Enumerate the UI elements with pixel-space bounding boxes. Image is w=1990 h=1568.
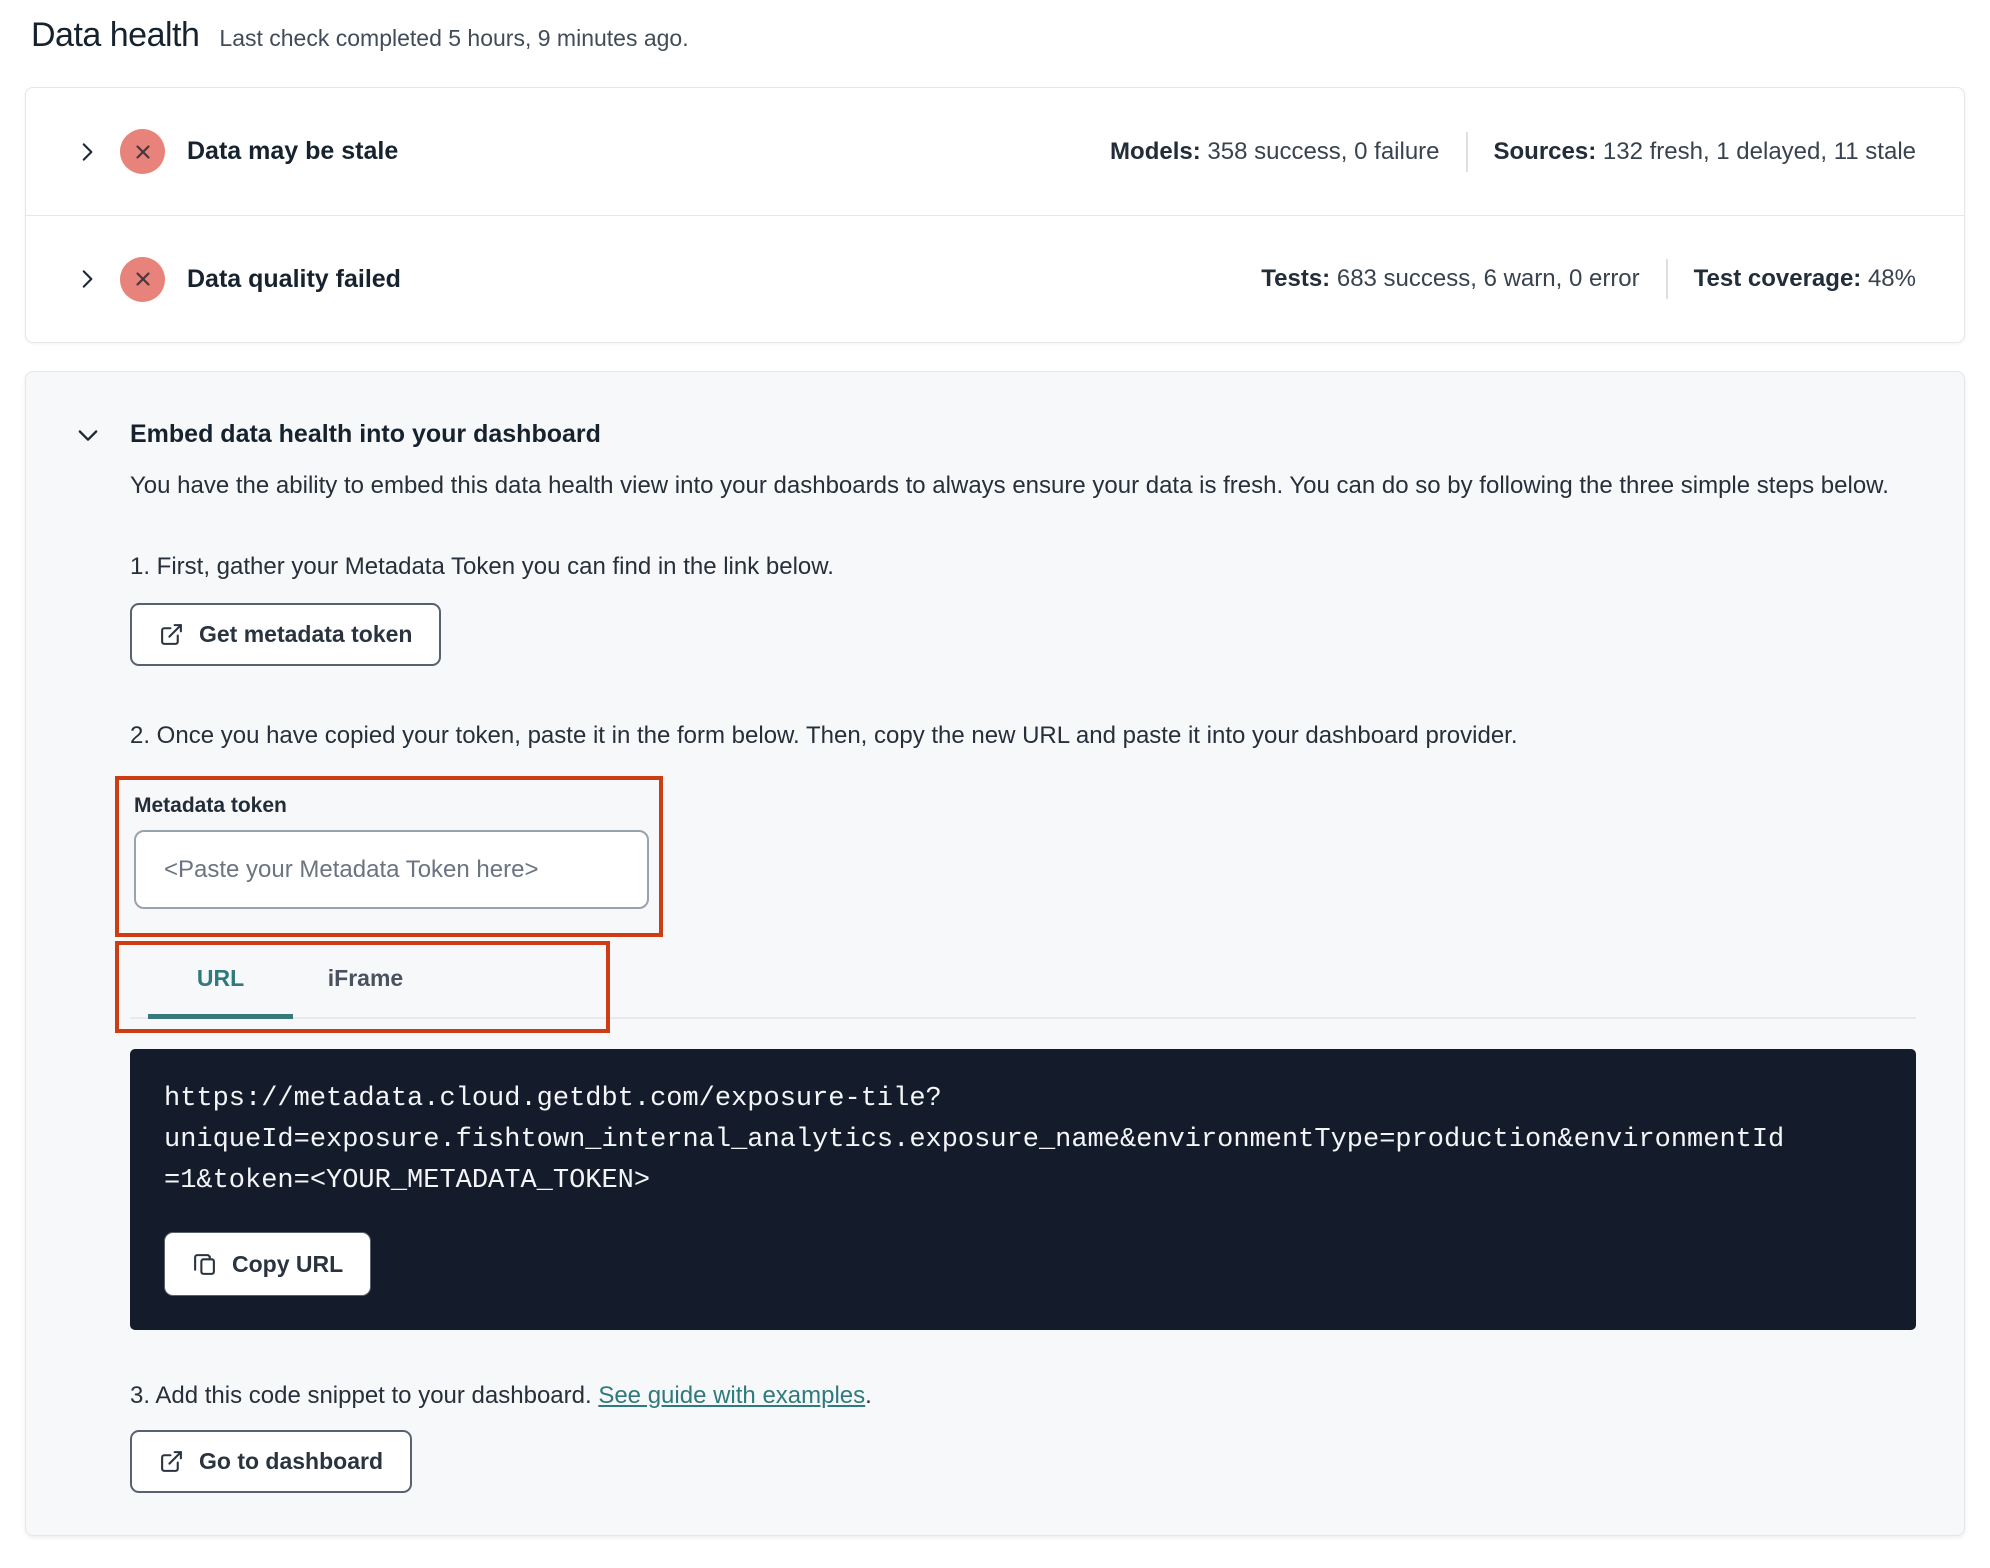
data-health-page: Data health Last check completed 5 hours… — [0, 0, 1990, 1556]
tab-url[interactable]: URL — [148, 951, 293, 1019]
copy-url-label: Copy URL — [232, 1250, 344, 1277]
error-x-circle-icon — [120, 129, 165, 174]
chevron-down-icon[interactable] — [74, 421, 102, 449]
panel-stats: Tests: 683 success, 6 warn, 0 error Test… — [1261, 259, 1916, 299]
external-link-icon — [161, 1451, 182, 1472]
metadata-token-input[interactable] — [134, 830, 649, 909]
copy-url-button[interactable]: Copy URL — [164, 1232, 372, 1296]
go-to-dashboard-label: Go to dashboard — [199, 1448, 383, 1474]
chevron-right-icon[interactable] — [74, 139, 100, 165]
embed-section: Embed data health into your dashboard Yo… — [25, 371, 1965, 1536]
sources-stat-value: 132 fresh, 1 delayed, 11 stale — [1602, 137, 1916, 165]
page-title: Data health — [31, 16, 200, 54]
panel-label: Data may be stale — [187, 137, 399, 165]
models-stat-value: 358 success, 0 failure — [1207, 137, 1440, 165]
step1-text: 1. First, gather your Metadata Token you… — [130, 553, 834, 580]
sources-stat: Sources: 132 fresh, 1 delayed, 11 stale — [1494, 138, 1916, 166]
stat-divider — [1665, 259, 1668, 299]
tests-stat-label: Tests: — [1261, 265, 1331, 292]
step3-suffix: . — [865, 1382, 872, 1409]
sources-stat-label: Sources: — [1493, 137, 1597, 165]
go-to-dashboard-button[interactable]: Go to dashboard — [130, 1430, 412, 1493]
embed-description: You have the ability to embed this data … — [130, 472, 1889, 499]
embed-url-line: https://metadata.cloud.getdbt.com/exposu… — [164, 1084, 942, 1114]
embed-section-body: You have the ability to embed this data … — [115, 465, 1916, 1493]
output-format-tabs: URL iFrame — [130, 951, 1916, 1019]
tab-iframe[interactable]: iFrame — [293, 951, 438, 1019]
tests-stat-value: 683 success, 6 warn, 0 error — [1336, 265, 1640, 292]
panel-label: Data quality failed — [187, 264, 401, 293]
see-guide-link[interactable]: See guide with examples — [598, 1382, 865, 1409]
page-header: Data health Last check completed 5 hours… — [25, 16, 1965, 55]
chevron-right-icon[interactable] — [74, 266, 100, 292]
copy-icon — [194, 1253, 215, 1275]
external-link-icon — [161, 624, 182, 645]
embed-url-text: https://metadata.cloud.getdbt.com/exposu… — [164, 1079, 1882, 1202]
error-x-circle-icon — [120, 256, 165, 302]
embed-url-line: uniqueId=exposure.fishtown_internal_anal… — [164, 1125, 1785, 1155]
stat-divider — [1465, 131, 1468, 172]
embed-section-header[interactable]: Embed data health into your dashboard — [74, 420, 1916, 449]
panel-stats: Models: 358 success, 0 failure Sources: … — [1110, 131, 1916, 172]
embed-section-title: Embed data health into your dashboard — [130, 420, 601, 448]
coverage-stat-value: 48% — [1867, 265, 1916, 292]
get-metadata-token-button[interactable]: Get metadata token — [130, 603, 442, 666]
output-format-tabs-area: URL iFrame — [115, 941, 1916, 1033]
metadata-token-label: Metadata token — [134, 794, 287, 817]
annotation-box-token-field: Metadata token — [115, 776, 663, 937]
panel-data-stale[interactable]: Data may be stale Models: 358 success, 0… — [26, 88, 1964, 215]
panel-header-left: Data may be stale — [74, 129, 398, 174]
models-stat-label: Models: — [1110, 137, 1201, 165]
coverage-stat-label: Test coverage: — [1693, 265, 1862, 292]
panel-header-left: Data quality failed — [74, 256, 401, 302]
coverage-stat: Test coverage: 48% — [1694, 265, 1916, 293]
last-check-status: Last check completed 5 hours, 9 minutes … — [219, 25, 689, 51]
embed-url-line: =1&token=<YOUR_METADATA_TOKEN> — [164, 1166, 651, 1196]
panel-data-quality[interactable]: Data quality failed Tests: 683 success, … — [26, 215, 1964, 342]
tests-stat: Tests: 683 success, 6 warn, 0 error — [1261, 265, 1639, 293]
get-metadata-token-label: Get metadata token — [199, 621, 413, 647]
step3-prefix: 3. Add this code snippet to your dashboa… — [130, 1382, 599, 1409]
health-status-card: Data may be stale Models: 358 success, 0… — [25, 87, 1965, 343]
embed-url-code-block: https://metadata.cloud.getdbt.com/exposu… — [130, 1049, 1916, 1330]
models-stat: Models: 358 success, 0 failure — [1110, 138, 1439, 166]
step3-text: 3. Add this code snippet to your dashboa… — [130, 1382, 1916, 1410]
step2-text: 2. Once you have copied your token, past… — [130, 722, 1518, 749]
